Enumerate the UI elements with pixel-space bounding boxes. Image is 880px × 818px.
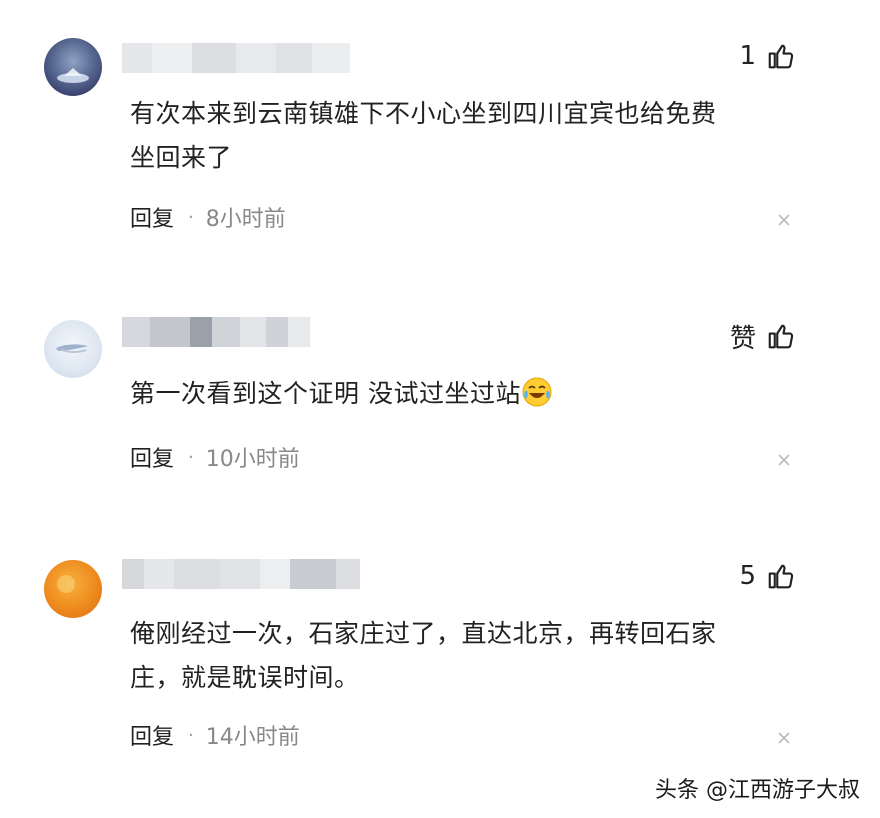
laughing-crying-emoji-icon xyxy=(522,377,552,407)
comment-time: 8小时前 xyxy=(205,207,286,232)
blurred-name xyxy=(122,559,360,589)
comment-meta: 回复 · 10小时前 xyxy=(130,440,300,474)
reply-button[interactable]: 回复 xyxy=(130,441,174,473)
close-icon xyxy=(778,454,790,466)
thumbs-up-icon xyxy=(768,324,794,349)
username-blurred[interactable] xyxy=(122,312,310,352)
close-icon xyxy=(778,214,790,226)
like-button[interactable]: 1 xyxy=(739,36,796,76)
like-count: 1 xyxy=(739,41,756,71)
blurred-name xyxy=(122,43,350,73)
comment-time: 14小时前 xyxy=(205,725,300,750)
user-avatar[interactable] xyxy=(44,320,102,378)
close-button[interactable] xyxy=(774,210,794,230)
avatar-image-icon xyxy=(57,68,89,83)
avatar-image-icon xyxy=(57,575,75,593)
username-blurred[interactable] xyxy=(122,554,360,594)
user-avatar[interactable] xyxy=(44,38,102,96)
close-button[interactable] xyxy=(774,728,794,748)
comment-meta: 回复 · 14小时前 xyxy=(130,718,300,752)
like-label: 赞 xyxy=(729,323,756,354)
close-button[interactable] xyxy=(774,450,794,470)
like-button[interactable]: 赞 xyxy=(730,316,796,356)
reply-button[interactable]: 回复 xyxy=(130,719,174,751)
separator-dot: · xyxy=(188,206,194,228)
comment-text: 俺刚经过一次，石家庄过了，直达北京，再转回石家 庄，就是耽误时间。 xyxy=(130,619,717,692)
comment-time: 10小时前 xyxy=(205,447,300,472)
comment-text-content: 第一次看到这个证明 没试过坐过站 xyxy=(130,379,521,408)
separator-dot: · xyxy=(188,724,194,746)
like-count: 5 xyxy=(739,561,756,591)
separator-dot: · xyxy=(188,446,194,468)
close-icon xyxy=(778,732,790,744)
user-avatar[interactable] xyxy=(44,560,102,618)
avatar-image-icon xyxy=(56,344,88,353)
comment-text: 有次本来到云南镇雄下不小心坐到四川宜宾也给免费 坐回来了 xyxy=(130,99,717,172)
username-blurred[interactable] xyxy=(122,38,350,78)
like-button[interactable]: 5 xyxy=(739,556,796,596)
comment-meta: 回复 · 8小时前 xyxy=(130,200,286,234)
comment-text: 第一次看到这个证明 没试过坐过站 xyxy=(130,372,790,416)
thumbs-up-icon xyxy=(768,44,794,69)
thumbs-up-icon xyxy=(768,564,794,589)
source-watermark: 头条 @江西游子大叔 xyxy=(655,778,860,803)
reply-button[interactable]: 回复 xyxy=(130,201,174,233)
blurred-name xyxy=(122,317,310,347)
